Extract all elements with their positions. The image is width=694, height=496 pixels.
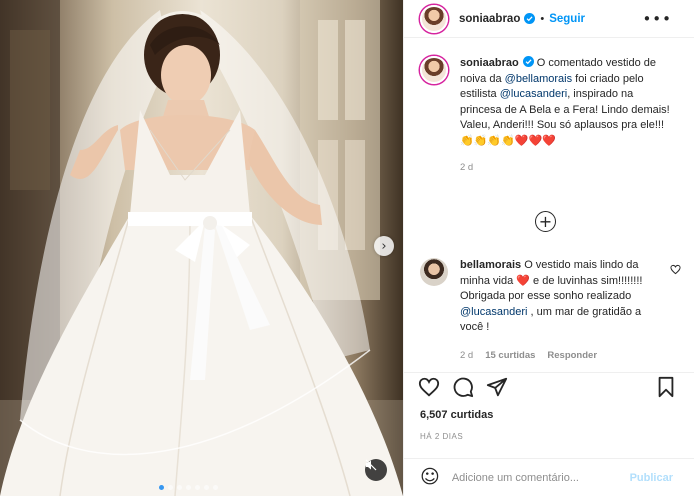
mention-link[interactable]: @lucasanderi [460,306,527,318]
post-header: soniaabrao • Seguir ••• [404,0,694,38]
post-detail-panel: soniaabrao • Seguir ••• soniaabrao O com… [403,0,694,496]
mention-link[interactable]: @lucasanderi [500,88,567,100]
carousel-dot [168,485,173,490]
comment-text: bellamorais O vestido mais lindo da minh… [460,258,665,363]
caption-username[interactable]: soniaabrao [460,57,519,69]
like-heart-icon[interactable] [418,376,440,398]
save-bookmark-icon[interactable] [656,376,676,398]
chevron-right-icon: › [381,238,387,254]
verified-badge-icon [524,13,536,24]
verified-badge-icon [522,56,534,67]
comment-like-heart-icon[interactable] [670,264,681,275]
load-more-comments-button[interactable]: + [535,211,556,232]
caption-text: soniaabrao O comentado vestido de noiva … [460,56,675,176]
comment-likes[interactable]: 15 curtidas [485,348,535,364]
post-photo[interactable]: › [0,0,403,496]
carousel-dot [213,485,218,490]
commenter-username[interactable]: bellamorais [460,259,521,271]
separator-dot: • [540,12,545,25]
carousel-dot [159,485,164,490]
post-actions-bar [404,372,694,400]
post-caption: soniaabrao O comentado vestido de noiva … [404,38,694,176]
more-options-icon[interactable]: ••• [642,10,672,28]
carousel-dot [195,485,200,490]
comment-item: bellamorais O vestido mais lindo da minh… [420,258,685,363]
author-username[interactable]: soniaabrao [459,13,520,25]
comment-bubble-icon[interactable] [452,376,474,398]
muted-speaker-icon [365,459,377,471]
carousel-dot [177,485,182,490]
post-time-ago[interactable]: HÁ 2 DIAS [420,432,463,441]
carousel-next-button[interactable]: › [374,236,394,256]
reply-button[interactable]: Responder [547,348,597,364]
likes-count[interactable]: 6,507 curtidas [420,409,493,421]
caption-author-avatar[interactable] [420,56,448,84]
comment-time[interactable]: 2 d [460,348,473,364]
publish-button[interactable]: Publicar [630,472,673,484]
caption-time[interactable]: 2 d [460,160,675,176]
share-send-icon[interactable] [486,376,508,398]
carousel-dot [204,485,209,490]
bride-illustration [0,0,403,496]
caption-emoji: 👏👏👏👏❤️❤️❤️ [460,134,556,147]
comment-meta: 2 d 15 curtidas Responder [460,348,665,364]
commenter-avatar[interactable] [420,258,448,286]
emoji-picker-icon[interactable]: ☺ [420,468,440,487]
add-comment-bar: ☺ Publicar [404,458,694,496]
carousel-dot [186,485,191,490]
mute-toggle-button[interactable] [365,459,387,481]
comments-section[interactable]: soniaabrao O comentado vestido de noiva … [404,38,694,368]
comment-emoji: ❤️ [516,274,530,287]
follow-button[interactable]: Seguir [549,13,585,25]
author-avatar[interactable] [420,4,448,33]
carousel-indicator [159,485,218,490]
mention-link[interactable]: @bellamorais [505,73,572,85]
comment-input[interactable] [451,471,627,484]
